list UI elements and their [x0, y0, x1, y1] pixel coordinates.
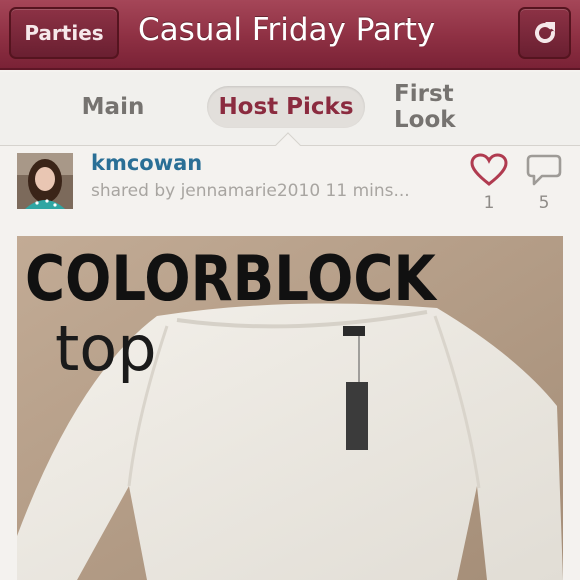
- listing-photo[interactable]: COLORBLOCK top: [17, 236, 563, 580]
- shared-by-text: shared by jennamarie2010 11 mins...: [91, 181, 410, 201]
- photo-subtitle-text: top: [55, 312, 157, 385]
- avatar[interactable]: [17, 153, 73, 209]
- photo-title-text: COLORBLOCK: [25, 242, 436, 315]
- like-count: 1: [483, 193, 495, 213]
- tab-first-look[interactable]: First Look: [394, 81, 522, 133]
- refresh-icon: [534, 22, 555, 43]
- tab-main[interactable]: Main: [60, 86, 166, 128]
- parties-button[interactable]: Parties: [9, 7, 119, 59]
- username-link[interactable]: kmcowan: [91, 151, 202, 175]
- comment-count: 5: [538, 193, 550, 213]
- heart-icon[interactable]: [470, 153, 508, 187]
- comment-icon[interactable]: [526, 153, 562, 187]
- nav-bar: Parties Casual Friday Party: [0, 0, 580, 70]
- tab-host-picks[interactable]: Host Picks: [207, 86, 365, 128]
- page-title: Casual Friday Party: [138, 12, 436, 48]
- refresh-button[interactable]: [518, 7, 571, 59]
